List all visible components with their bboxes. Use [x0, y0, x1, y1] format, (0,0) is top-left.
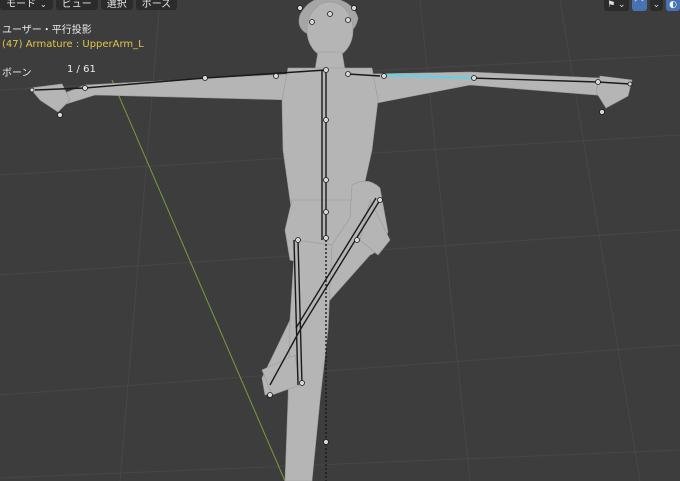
view-menu-label: ビュー: [61, 0, 92, 10]
pose-menu-label: ポーズ: [141, 0, 172, 10]
overlay-icon[interactable]: ⌒: [631, 0, 647, 11]
select-menu-label: 選択: [106, 0, 127, 10]
header-right-controls: ⚑ ⌄ ⌒ ⌄ ◐: [604, 0, 680, 12]
view-menu[interactable]: ビュー: [55, 0, 98, 10]
view-label: ユーザー・平行投影: [2, 25, 92, 36]
select-menu[interactable]: 選択: [100, 0, 133, 10]
mode-menu-label: モード: [6, 0, 36, 10]
chevron-down-icon: ⌄: [40, 0, 47, 9]
gizmo-visibility-glyph: ⚑: [607, 0, 616, 10]
character-mesh: [29, 0, 633, 481]
gizmo-visibility-icon[interactable]: ⚑ ⌄: [604, 0, 629, 11]
y-axis-line: [111, 79, 286, 481]
overlay-dropdown-icon[interactable]: ⌄: [649, 0, 664, 11]
header-menu-bar: モード ⌄ ビュー 選択 ポーズ: [0, 0, 178, 10]
viewport-scene[interactable]: [0, 0, 680, 481]
shading-icon[interactable]: ◐: [666, 0, 680, 11]
bone-stat-count: 1 / 61: [67, 64, 96, 75]
shading-glyph: ◐: [669, 0, 677, 10]
3d-viewport[interactable]: モード ⌄ ビュー 選択 ポーズ ⚑ ⌄ ⌒ ⌄ ◐ ユーザー・平行投影 (47)…: [0, 0, 680, 481]
object-info: (47) Armature : UpperArm_L: [2, 39, 144, 50]
pose-menu[interactable]: ポーズ: [135, 0, 178, 10]
mode-menu[interactable]: モード ⌄: [0, 0, 53, 10]
overlay-glyph: ⌒: [634, 0, 644, 10]
bone-stat-label: ボーン: [2, 68, 32, 79]
